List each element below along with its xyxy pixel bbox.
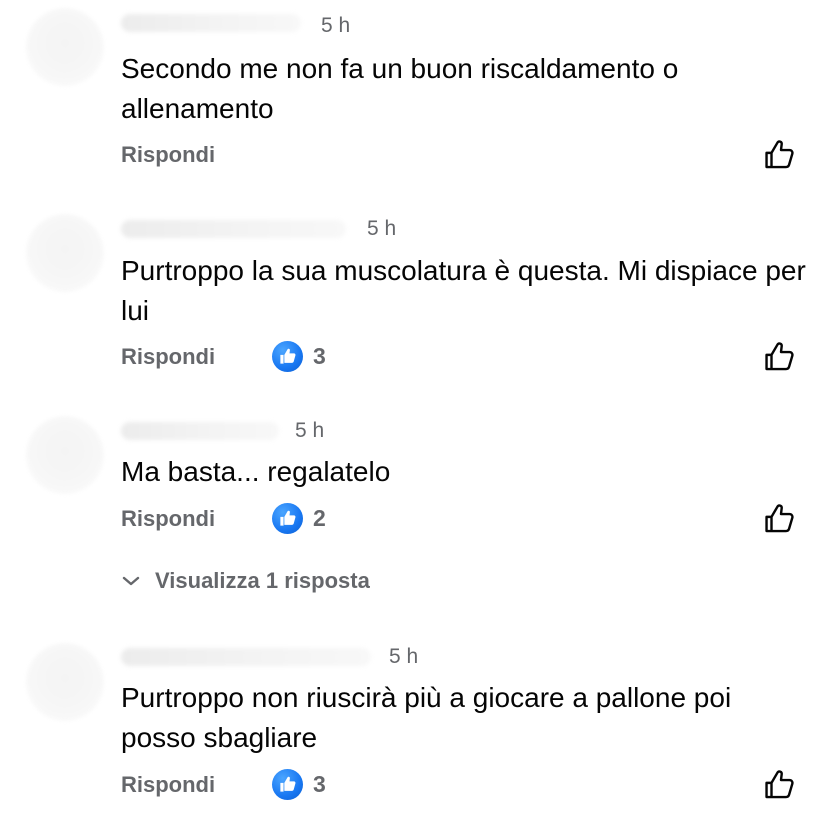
author-name-blurred[interactable] [121,422,279,440]
comment-text: Purtroppo non riuscirà più a giocare a p… [121,682,732,753]
reply-button[interactable]: Rispondi [121,142,215,168]
avatar[interactable] [26,214,104,292]
chevron-down-icon [122,576,140,586]
view-replies-label: Visualizza 1 risposta [155,568,370,593]
reaction-count: 2 [313,505,326,531]
avatar[interactable] [26,416,104,494]
reply-button[interactable]: Rispondi [121,344,215,370]
author-name-blurred[interactable] [121,14,301,32]
author-name-blurred[interactable] [121,220,346,238]
reaction-summary[interactable]: 3 [272,769,326,800]
thumbs-up-outline-icon[interactable] [763,340,797,374]
avatar[interactable] [26,643,104,721]
author-name-blurred[interactable] [121,648,371,666]
thumbs-up-outline-icon[interactable] [763,138,797,172]
avatar[interactable] [26,8,104,86]
comment-text: Ma basta... regalatelo [121,456,391,487]
thumbs-up-outline-icon[interactable] [763,768,797,802]
thumbs-up-outline-icon[interactable] [763,502,797,536]
comment-time: 5 h [321,14,351,37]
reaction-summary[interactable]: 2 [272,503,326,534]
reply-button[interactable]: Rispondi [121,772,215,798]
like-reaction-icon [272,769,303,800]
reaction-count: 3 [313,771,326,797]
reaction-summary[interactable]: 3 [272,341,326,372]
like-reaction-icon [272,503,303,534]
comment-time: 5 h [295,419,325,442]
reaction-count: 3 [313,343,326,369]
reply-button[interactable]: Rispondi [121,506,215,532]
comment-time: 5 h [389,645,419,668]
view-replies-button[interactable]: Visualizza 1 risposta [121,568,370,594]
comment-time: 5 h [367,217,397,240]
comment-text: Purtroppo la sua muscolatura è questa. M… [121,255,806,326]
like-reaction-icon [272,341,303,372]
comment-text: Secondo me non fa un buon riscaldamento … [121,53,679,124]
